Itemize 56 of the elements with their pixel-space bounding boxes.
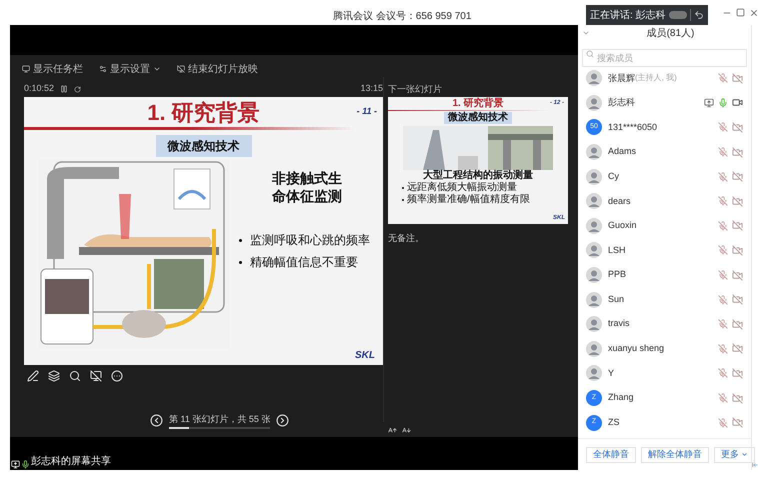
member-row[interactable]: 张晨辉(主持人, 我)	[578, 66, 751, 91]
member-name: 131****6050	[608, 120, 658, 134]
member-row[interactable]: xuanyu sheng	[578, 336, 751, 362]
member-row[interactable]: Guoxin	[578, 214, 751, 238]
bullet-item: 精确幅值信息不重要	[239, 253, 370, 271]
mute-control-button[interactable]: 全体静音	[586, 446, 636, 462]
member-name: Adams	[608, 145, 636, 158]
member-name: ZS	[608, 416, 620, 429]
toolbar-button[interactable]: 显示任务栏	[22, 62, 83, 76]
member-name: travis	[608, 317, 630, 330]
member-name: Guoxin	[608, 219, 637, 232]
member-row[interactable]: 彭志科	[578, 90, 751, 116]
member-name: PPB	[608, 268, 626, 282]
search-field[interactable]: 搜索成员	[582, 49, 747, 67]
member-row[interactable]: travis	[578, 312, 751, 337]
page-number: - 11 -	[356, 105, 377, 118]
member-row[interactable]: dears	[578, 188, 751, 214]
subtitle-banner: 微波感知技术	[156, 135, 252, 157]
toolbar-button[interactable]: 结束幻灯片放映	[177, 62, 258, 76]
slide-counter: 第 11 张幻灯片，共 55 张	[169, 413, 270, 426]
share-label: 彭志科的屏幕共享	[31, 454, 111, 469]
bullet-item: 远距离低频大幅振动测量	[402, 182, 530, 194]
slide-title: 1. 研究背景	[147, 98, 260, 126]
member-name: dears	[608, 194, 631, 208]
speaking-label: 正在讲话: 彭志科	[590, 8, 666, 22]
member-row[interactable]: Y	[578, 361, 751, 386]
member-row[interactable]: LSH	[578, 238, 751, 263]
member-name: Sun	[608, 292, 624, 306]
mute-control-button[interactable]: 解除全体静音	[641, 446, 709, 462]
lab-logo: SKL	[355, 349, 375, 363]
window-title: 腾讯会议 会议号：656 959 701	[333, 10, 472, 24]
member-name: xuanyu sheng	[608, 342, 664, 356]
member-name: 张晨辉	[608, 72, 635, 85]
bullet-item: 监测呼吸和心跳的频率	[239, 231, 370, 249]
slide-headline: 非接触式生 命体征监测	[271, 169, 343, 205]
members-title: 成员(81人)	[646, 26, 694, 40]
member-name: Cy	[608, 170, 619, 183]
member-name: 彭志科	[608, 96, 635, 110]
bullet-item: 频率测量准确/幅值精度有限	[402, 194, 530, 206]
next-slide-label: 下一张幻灯片	[388, 83, 443, 96]
more-button[interactable]: 更多	[714, 446, 755, 462]
member-name: Zhang	[608, 391, 634, 404]
member-row[interactable]: Adams	[578, 140, 751, 164]
slide-title: 1. 研究背景	[452, 97, 504, 110]
speaker-notes: 无备注。	[388, 232, 425, 245]
toolbar-button[interactable]: 显示设置	[99, 62, 161, 76]
elapsed-time: 0:10:52	[24, 82, 54, 96]
member-row[interactable]: PPB	[578, 262, 751, 288]
image-caption: 大型工程结构的振动测量	[423, 170, 533, 182]
clock-time: 13:15	[360, 82, 383, 96]
member-name: LSH	[608, 244, 626, 257]
subtitle-banner: 微波感知技术	[444, 112, 512, 124]
member-row[interactable]: Sun	[578, 287, 751, 312]
member-name: Y	[608, 366, 614, 380]
member-row[interactable]: Cy	[578, 164, 751, 189]
member-role: (主持人, 我)	[635, 72, 677, 84]
